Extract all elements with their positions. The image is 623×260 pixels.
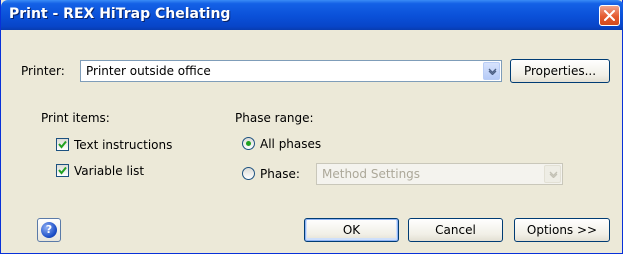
text-instructions-label: Text instructions — [74, 138, 173, 152]
printer-select[interactable]: Printer outside office — [80, 60, 502, 82]
phase-select[interactable]: Method Settings — [316, 163, 563, 185]
print-items-label: Print items: — [41, 111, 110, 125]
all-phases-label: All phases — [260, 137, 322, 151]
phase-select-value: Method Settings — [322, 167, 421, 181]
window-title: Print - REX HiTrap Chelating — [9, 6, 231, 22]
printer-dropdown-button[interactable] — [483, 62, 500, 80]
phase-radio[interactable] — [242, 167, 255, 180]
variable-list-label: Variable list — [74, 164, 145, 178]
title-bar[interactable]: Print - REX HiTrap Chelating — [1, 0, 623, 30]
all-phases-radio[interactable] — [242, 137, 255, 150]
ok-button[interactable]: OK — [304, 218, 399, 242]
text-instructions-checkbox[interactable] — [56, 138, 69, 151]
properties-button[interactable]: Properties... — [510, 59, 610, 83]
options-button[interactable]: Options >> — [514, 218, 610, 242]
close-button[interactable] — [599, 5, 620, 26]
cancel-button[interactable]: Cancel — [408, 218, 503, 242]
phase-label: Phase: — [260, 167, 300, 181]
variable-list-checkbox[interactable] — [56, 164, 69, 177]
printer-select-value: Printer outside office — [86, 64, 211, 78]
help-button[interactable]: ? — [37, 218, 61, 242]
print-dialog: Print - REX HiTrap Chelating Printer: Pr… — [0, 0, 623, 254]
phase-dropdown-button[interactable] — [544, 165, 561, 183]
phase-range-label: Phase range: — [235, 111, 314, 125]
printer-label: Printer: — [21, 64, 65, 78]
radio-selected-indicator — [246, 141, 251, 146]
help-icon: ? — [41, 222, 57, 238]
